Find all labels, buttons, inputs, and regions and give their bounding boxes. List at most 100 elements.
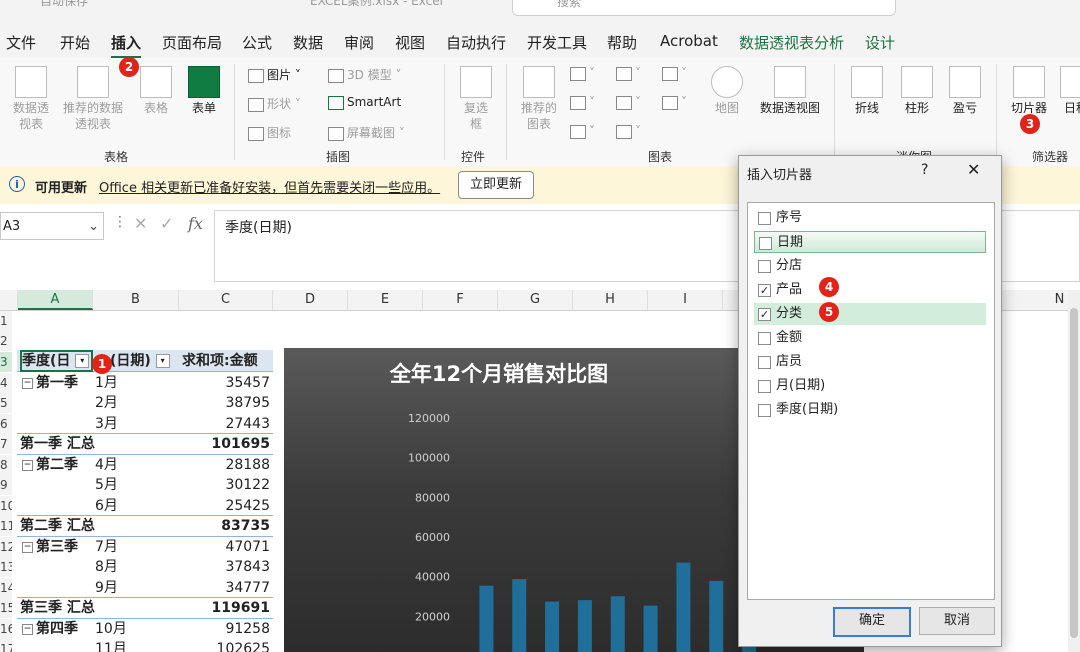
timeline-button[interactable]: 日程 — [1056, 66, 1080, 116]
pivot-subtotal-label[interactable]: 第一季 汇总 — [20, 434, 95, 454]
pivot-subtotal-value[interactable]: 101695 — [180, 434, 270, 454]
row-header[interactable]: 3 — [0, 352, 12, 372]
ok-button[interactable]: 确定 — [833, 607, 911, 637]
pivot-header-month[interactable]: (日期) ▾ — [110, 351, 170, 371]
pivot-table-button[interactable]: 数据透视表 — [6, 66, 56, 132]
pivot-quarter-2[interactable]: − 第二季 — [22, 455, 78, 475]
pivot-value[interactable]: 25425 — [180, 496, 270, 516]
row-header[interactable]: 15 — [0, 598, 12, 618]
cancel-icon[interactable]: ✕ — [134, 214, 147, 233]
pivot-month[interactable]: 11月 — [95, 639, 127, 652]
row-header[interactable]: 2 — [0, 331, 12, 351]
recommended-pivot-button[interactable]: 推荐的数据透视表 — [58, 66, 128, 132]
checkbox[interactable] — [758, 332, 771, 345]
row-header[interactable]: 4 — [0, 373, 12, 393]
pie-chart-button[interactable]: ˅ — [570, 124, 595, 139]
recommended-charts-button[interactable]: 推荐的图表 — [516, 66, 562, 132]
column-header-a[interactable]: A — [18, 290, 93, 310]
enter-icon[interactable]: ✓ — [160, 214, 173, 233]
line-chart-button[interactable]: ˅ — [570, 95, 595, 110]
tab-automate[interactable]: 自动执行 — [446, 32, 506, 53]
sparkline-column-button[interactable]: 柱形 — [896, 66, 938, 116]
row-header[interactable]: 10 — [0, 496, 12, 516]
map-chart-button[interactable]: 地图 — [706, 66, 748, 116]
pivot-subtotal-value[interactable]: 119691 — [180, 598, 270, 618]
scrollbar-thumb[interactable] — [1070, 308, 1078, 638]
pivot-month[interactable]: 9月 — [95, 578, 118, 598]
tab-help[interactable]: 帮助 — [607, 32, 637, 53]
waterfall-chart-button[interactable]: ˅ — [662, 66, 687, 81]
tab-design[interactable]: 设计 — [865, 32, 895, 53]
slicer-field-date[interactable]: 日期 — [754, 231, 986, 253]
tab-review[interactable]: 审阅 — [344, 32, 374, 53]
collapse-icon[interactable]: − — [22, 459, 33, 471]
row-header[interactable]: 9 — [0, 475, 12, 495]
update-now-button[interactable]: 立即更新 — [458, 171, 534, 199]
row-header[interactable]: 12 — [0, 537, 12, 557]
scatter-chart-button[interactable]: ˅ — [616, 124, 641, 139]
slicer-field-month[interactable]: 月(日期) — [754, 375, 986, 397]
pivot-month[interactable]: 10月 — [95, 619, 127, 639]
chart-bar[interactable] — [610, 596, 625, 652]
tab-acrobat[interactable]: Acrobat — [660, 32, 718, 50]
icons-button[interactable]: 图标 — [248, 124, 291, 141]
column-chart-button[interactable]: ˅ — [570, 66, 595, 81]
column-header-f[interactable]: F — [423, 290, 498, 310]
select-all-corner[interactable] — [0, 290, 18, 310]
pivot-quarter-3[interactable]: − 第三季 — [22, 537, 78, 557]
chart-bar[interactable] — [643, 605, 658, 652]
pivot-value[interactable]: 28188 — [180, 455, 270, 475]
column-header-b[interactable]: B — [93, 290, 179, 310]
chevron-down-icon[interactable]: ⌄ — [88, 213, 99, 241]
cancel-button[interactable]: 取消 — [919, 607, 995, 635]
slicer-field-category[interactable]: ✓ 分类 — [754, 303, 986, 325]
checkbox-checked[interactable]: ✓ — [758, 308, 771, 321]
tab-formulas[interactable]: 公式 — [242, 32, 272, 53]
column-header-c[interactable]: C — [179, 290, 273, 310]
checkbox[interactable] — [758, 260, 771, 273]
help-icon[interactable]: ? — [921, 162, 928, 178]
column-header-h[interactable]: H — [573, 290, 648, 310]
column-header-i[interactable]: I — [648, 290, 723, 310]
pivot-month[interactable]: 4月 — [95, 455, 118, 475]
3d-model-button[interactable]: 3D 模型 ˅ — [328, 66, 402, 83]
pivot-header-quarter[interactable]: 季度(日 ▾ — [20, 350, 94, 372]
tab-home[interactable]: 开始 — [60, 32, 90, 53]
tab-developer[interactable]: 开发工具 — [527, 32, 587, 53]
row-header[interactable]: 16 — [0, 619, 12, 639]
pivot-month[interactable]: 8月 — [95, 557, 118, 577]
row-header[interactable]: 8 — [0, 455, 12, 475]
chart-bar[interactable] — [676, 562, 691, 652]
vertical-scrollbar[interactable] — [1068, 290, 1080, 652]
hierarchy-chart-button[interactable]: ˅ — [616, 66, 641, 81]
collapse-icon[interactable]: − — [22, 377, 33, 389]
column-header-d[interactable]: D — [273, 290, 348, 310]
checkbox[interactable] — [758, 212, 771, 225]
pictures-button[interactable]: 图片 ˅ — [248, 66, 301, 83]
slicer-field-quarter[interactable]: 季度(日期) — [754, 399, 986, 421]
statistic-chart-button[interactable]: ˅ — [616, 95, 641, 110]
close-icon[interactable]: ✕ — [967, 160, 980, 179]
combo-chart-button[interactable]: ˅ — [662, 95, 687, 110]
chart-bar[interactable] — [479, 585, 494, 652]
tab-file[interactable]: 文件 — [6, 32, 36, 53]
search-box[interactable]: 搜索 — [512, 0, 896, 16]
tab-pivot-analyze[interactable]: 数据透视表分析 — [739, 32, 844, 53]
chart-bar[interactable] — [709, 580, 724, 652]
slicer-field-product[interactable]: ✓ 产品 — [754, 279, 986, 301]
tab-data[interactable]: 数据 — [293, 32, 323, 53]
screenshot-button[interactable]: 屏幕截图 ˅ — [328, 124, 405, 141]
slicer-field-id[interactable]: 序号 — [754, 207, 986, 229]
pivot-quarter-1[interactable]: − 第一季 — [22, 373, 78, 393]
checkbox-control-button[interactable]: 复选框 — [456, 66, 496, 132]
pivot-value[interactable]: 27443 — [180, 414, 270, 434]
pivot-subtotal-label[interactable]: 第二季 汇总 — [20, 516, 95, 536]
table-button[interactable]: 表格 — [136, 66, 176, 116]
chart-bar[interactable] — [512, 579, 527, 652]
name-box[interactable]: A3 ⌄ — [0, 212, 104, 240]
pivot-month[interactable]: 1月 — [95, 373, 118, 393]
row-header[interactable]: 17 — [0, 639, 12, 652]
pivot-month[interactable]: 2月 — [95, 393, 118, 413]
update-message[interactable]: Office 相关更新已准备好安装，但首先需要关闭一些应用。 — [99, 177, 440, 196]
slicer-button[interactable]: 切片器 — [1006, 66, 1052, 116]
